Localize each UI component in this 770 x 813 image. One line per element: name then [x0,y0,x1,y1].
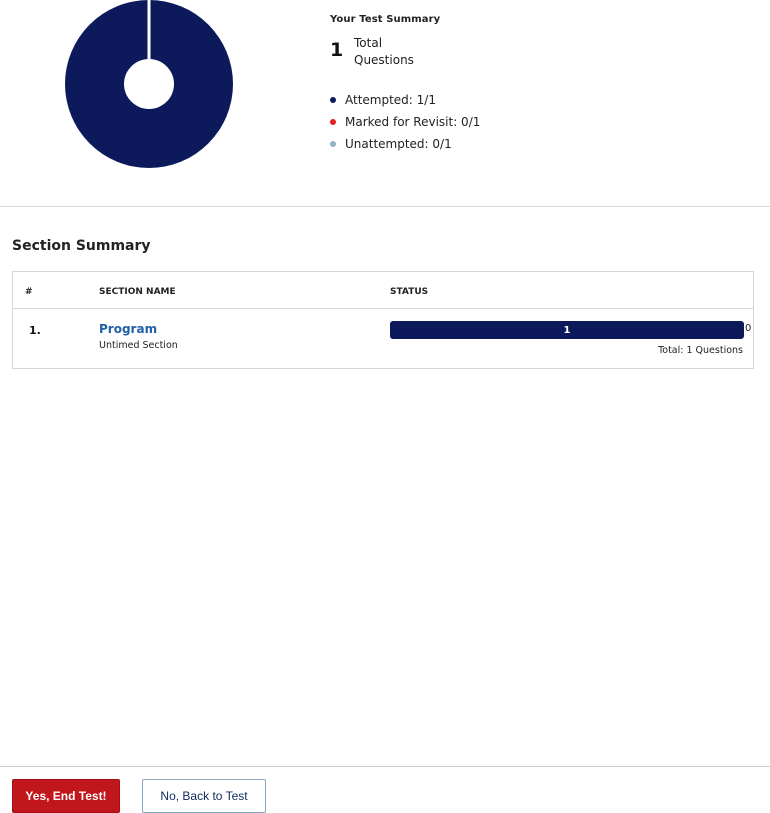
legend-label: Attempted: 1/1 [345,93,436,107]
total-count: 1 [330,39,344,61]
total-label-line2: Questions [354,53,414,67]
end-test-summary-page: Your Test Summary 1 Total Questions Atte… [0,0,770,813]
status-progress-bar: 1 [390,321,744,339]
legend-item-attempted: Attempted: 1/1 [330,89,630,111]
section-summary-table: # SECTION NAME STATUS 1. Program Untimed… [12,271,754,369]
column-header-index: # [25,287,33,297]
legend-item-marked: Marked for Revisit: 0/1 [330,111,630,133]
legend-dot-icon [330,97,336,103]
attempt-donut-chart [64,0,234,172]
summary-title: Your Test Summary [330,14,441,25]
section-name-link[interactable]: Program [99,322,157,336]
legend-item-unattempted: Unattempted: 0/1 [330,133,630,155]
footer-divider [0,766,770,767]
back-to-test-button[interactable]: No, Back to Test [142,779,266,813]
total-questions: 1 Total Questions [330,35,630,69]
section-subtitle: Untimed Section [99,340,178,351]
donut-svg [65,0,233,168]
summary-legend: Attempted: 1/1 Marked for Revisit: 0/1 U… [330,89,630,155]
legend-label: Marked for Revisit: 0/1 [345,115,481,129]
donut-hole [124,59,174,109]
table-header: # SECTION NAME STATUS [13,272,753,309]
legend-dot-icon [330,119,336,125]
status-progress-fill: 1 [390,321,744,339]
status-remaining-count: 0 [745,323,752,334]
total-label: Total Questions [354,35,414,69]
legend-label: Unattempted: 0/1 [345,137,452,151]
end-test-button[interactable]: Yes, End Test! [12,779,120,813]
total-label-line1: Total [354,36,383,50]
section-summary-title: Section Summary [12,238,151,254]
status-total-questions: Total: 1 Questions [658,345,743,356]
column-header-section-name: SECTION NAME [99,287,176,297]
row-index: 1. [29,324,41,337]
column-header-status: STATUS [390,287,429,297]
divider [0,206,770,207]
test-summary: Your Test Summary 1 Total Questions Atte… [330,14,630,155]
legend-dot-icon [330,141,336,147]
